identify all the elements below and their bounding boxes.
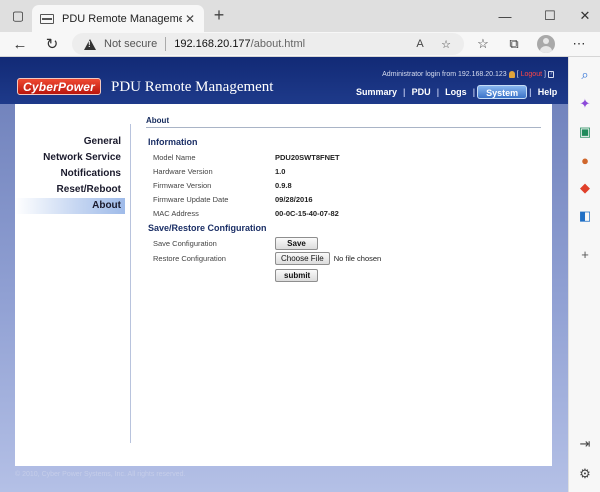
maximize-icon[interactable]: ☐: [540, 6, 560, 26]
logout-link[interactable]: Logout: [521, 71, 542, 78]
address-bar[interactable]: Not secure 192.168.20.177/about.html A ☆: [72, 33, 464, 55]
app-header: CyberPower PDU Remote Management Adminis…: [0, 57, 568, 104]
browser-toolbar: ← ↻ Not secure 192.168.20.177/about.html…: [0, 32, 600, 57]
office-icon[interactable]: ◆: [576, 179, 594, 197]
url-path: /about.html: [250, 38, 306, 50]
menu-item-network-service[interactable]: Network Service: [15, 150, 125, 166]
address-separator: [165, 37, 167, 51]
submit-button[interactable]: submit: [275, 268, 318, 282]
info-label: Hardware Version: [153, 166, 213, 176]
choose-file-button[interactable]: Choose File: [275, 252, 330, 265]
tab-actions-icon[interactable]: ▢: [8, 6, 28, 26]
read-aloud-icon[interactable]: A: [412, 36, 428, 52]
nav-system[interactable]: System: [477, 85, 528, 99]
favorites-icon[interactable]: ☆: [474, 35, 492, 53]
nav-help[interactable]: Help: [534, 85, 562, 99]
copilot-icon[interactable]: ✦: [576, 95, 594, 113]
about-content: About Information Model Name PDU20SWT8FN…: [146, 116, 541, 284]
pdu-favicon-icon: [40, 13, 54, 24]
info-value: PDU20SWT8FNET: [275, 152, 340, 162]
people-icon[interactable]: ●: [576, 151, 594, 169]
site-settings-icon[interactable]: ☆: [438, 36, 454, 52]
menu-item-reset-reboot[interactable]: Reset/Reboot: [15, 182, 125, 198]
admin-login-text: Administrator login from 192.168.20.123: [382, 71, 507, 78]
admin-user-icon: [508, 71, 515, 78]
info-label: MAC Address: [153, 208, 199, 218]
warning-icon: [84, 38, 96, 50]
copyright-footer: © 2010, Cyber Power Systems, Inc. All ri…: [15, 471, 186, 478]
page-viewport: CyberPower PDU Remote Management Adminis…: [0, 57, 568, 492]
info-value: 00-0C-15-40-07-82: [275, 208, 339, 218]
new-tab-icon[interactable]: +: [210, 6, 228, 25]
close-tab-icon[interactable]: ✕: [182, 11, 198, 27]
info-row-firmware: Firmware Version 0.9.8: [153, 178, 541, 192]
browser-tab[interactable]: PDU Remote Management ✕: [32, 5, 204, 32]
info-label: Firmware Update Date: [153, 194, 229, 204]
security-status: Not secure: [104, 38, 158, 50]
restore-config-label: Restore Configuration: [153, 254, 226, 263]
sidebar-settings-icon[interactable]: ⚙: [576, 465, 594, 483]
url-host: 192.168.20.177: [174, 38, 251, 50]
menu-item-notifications[interactable]: Notifications: [15, 166, 125, 182]
info-value: 1.0: [275, 166, 286, 176]
minimize-icon[interactable]: —: [495, 6, 515, 26]
back-icon[interactable]: ←: [10, 34, 30, 54]
info-value: 0.9.8: [275, 180, 292, 190]
nav-pdu[interactable]: PDU: [408, 85, 435, 99]
page-title: About: [146, 116, 541, 128]
restore-config-row: Restore Configuration Choose File No fil…: [153, 251, 541, 266]
admin-login-info: Administrator login from 192.168.20.123 …: [382, 71, 554, 78]
save-config-label: Save Configuration: [153, 239, 217, 248]
app-title: PDU Remote Management: [111, 79, 274, 95]
edge-sidebar: ⌕ ✦ ▣ ● ◆ ◧ + ⇥ ⚙: [568, 57, 600, 492]
info-label: Model Name: [153, 152, 196, 162]
refresh-icon[interactable]: ↻: [42, 34, 62, 54]
save-button[interactable]: Save: [275, 237, 318, 250]
nav-logs[interactable]: Logs: [441, 85, 471, 99]
info-row-mac: MAC Address 00-0C-15-40-07-82: [153, 206, 541, 220]
add-sidebar-app-icon[interactable]: +: [576, 245, 594, 263]
profile-avatar[interactable]: [537, 35, 555, 53]
collections-icon[interactable]: ⧉: [505, 35, 523, 53]
menu-item-general[interactable]: General: [15, 134, 125, 150]
info-row-hardware: Hardware Version 1.0: [153, 164, 541, 178]
content-panel: General Network Service Notifications Re…: [15, 104, 552, 466]
browser-tab-strip: ▢ PDU Remote Management ✕ + — ☐ ✕: [0, 0, 600, 32]
top-navigation: Summary | PDU | Logs | System | Help: [352, 84, 561, 100]
info-value: 09/28/2016: [275, 194, 313, 204]
bracket-open: [: [516, 71, 519, 78]
tab-title: PDU Remote Management: [62, 12, 182, 25]
hide-sidebar-icon[interactable]: ⇥: [576, 435, 594, 453]
outlook-icon[interactable]: ◧: [576, 207, 594, 225]
left-menu: General Network Service Notifications Re…: [15, 134, 125, 214]
shopping-icon[interactable]: ▣: [576, 123, 594, 141]
save-config-row: Save Configuration Save: [153, 236, 541, 251]
nav-summary[interactable]: Summary: [352, 85, 401, 99]
information-heading: Information: [148, 137, 198, 147]
info-label: Firmware Version: [153, 180, 212, 190]
more-menu-icon[interactable]: ⋯: [570, 35, 588, 53]
search-icon[interactable]: ⌕: [576, 66, 594, 84]
submit-row: submit: [153, 266, 541, 284]
close-window-icon[interactable]: ✕: [575, 6, 595, 26]
info-row-firmware-date: Firmware Update Date 09/28/2016: [153, 192, 541, 206]
menu-item-about[interactable]: About: [15, 198, 125, 214]
menu-divider: [130, 124, 131, 443]
cyberpower-logo: CyberPower: [17, 78, 102, 95]
info-icon[interactable]: ?: [548, 71, 554, 78]
info-row-model: Model Name PDU20SWT8FNET: [153, 150, 541, 164]
save-restore-heading: Save/Restore Configuration: [148, 223, 267, 233]
bracket-close: ]: [544, 71, 546, 78]
file-status: No file chosen: [333, 254, 382, 263]
